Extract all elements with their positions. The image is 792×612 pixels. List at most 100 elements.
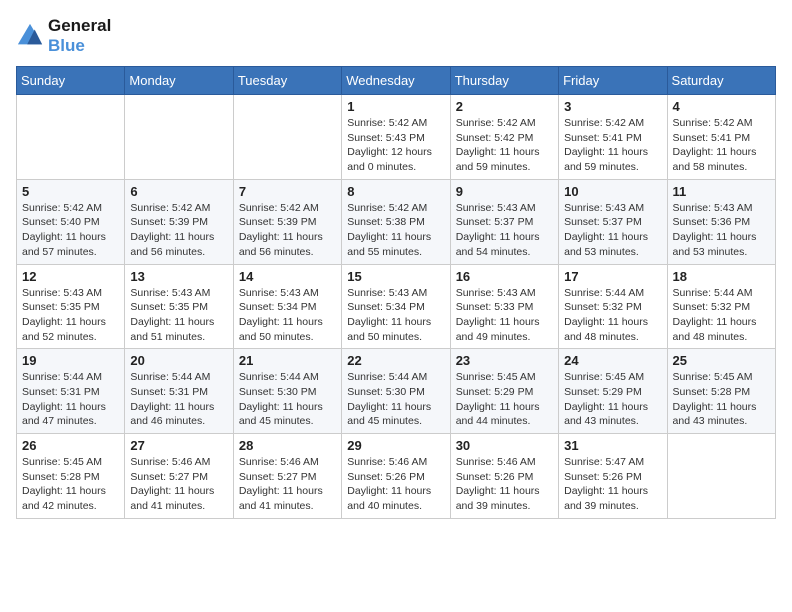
calendar-cell: 19 Sunrise: 5:44 AMSunset: 5:31 PMDaylig… [17,349,125,434]
day-number: 20 [130,353,227,368]
day-number: 29 [347,438,444,453]
calendar-cell: 14 Sunrise: 5:43 AMSunset: 5:34 PMDaylig… [233,264,341,349]
calendar-cell: 12 Sunrise: 5:43 AMSunset: 5:35 PMDaylig… [17,264,125,349]
day-info: Sunrise: 5:44 AMSunset: 5:30 PMDaylight:… [347,370,444,429]
day-number: 4 [673,99,770,114]
calendar-cell: 15 Sunrise: 5:43 AMSunset: 5:34 PMDaylig… [342,264,450,349]
day-info: Sunrise: 5:42 AMSunset: 5:42 PMDaylight:… [456,116,553,175]
calendar-cell: 25 Sunrise: 5:45 AMSunset: 5:28 PMDaylig… [667,349,775,434]
calendar-week-5: 26 Sunrise: 5:45 AMSunset: 5:28 PMDaylig… [17,434,776,519]
day-info: Sunrise: 5:44 AMSunset: 5:31 PMDaylight:… [22,370,119,429]
day-number: 14 [239,269,336,284]
day-info: Sunrise: 5:43 AMSunset: 5:37 PMDaylight:… [456,201,553,260]
day-info: Sunrise: 5:43 AMSunset: 5:33 PMDaylight:… [456,286,553,345]
calendar-header-monday: Monday [125,67,233,95]
logo-icon [16,22,44,50]
logo: General Blue [16,16,111,56]
day-number: 10 [564,184,661,199]
day-info: Sunrise: 5:44 AMSunset: 5:31 PMDaylight:… [130,370,227,429]
day-info: Sunrise: 5:44 AMSunset: 5:32 PMDaylight:… [673,286,770,345]
calendar-cell: 6 Sunrise: 5:42 AMSunset: 5:39 PMDayligh… [125,179,233,264]
day-info: Sunrise: 5:45 AMSunset: 5:29 PMDaylight:… [456,370,553,429]
calendar-cell: 22 Sunrise: 5:44 AMSunset: 5:30 PMDaylig… [342,349,450,434]
calendar-cell [233,95,341,180]
day-info: Sunrise: 5:43 AMSunset: 5:37 PMDaylight:… [564,201,661,260]
calendar-header-thursday: Thursday [450,67,558,95]
calendar-cell: 5 Sunrise: 5:42 AMSunset: 5:40 PMDayligh… [17,179,125,264]
calendar-header-friday: Friday [559,67,667,95]
calendar-cell: 7 Sunrise: 5:42 AMSunset: 5:39 PMDayligh… [233,179,341,264]
day-number: 2 [456,99,553,114]
day-number: 26 [22,438,119,453]
day-info: Sunrise: 5:46 AMSunset: 5:26 PMDaylight:… [347,455,444,514]
day-number: 12 [22,269,119,284]
day-info: Sunrise: 5:43 AMSunset: 5:34 PMDaylight:… [239,286,336,345]
day-info: Sunrise: 5:46 AMSunset: 5:26 PMDaylight:… [456,455,553,514]
day-number: 19 [22,353,119,368]
calendar-cell: 11 Sunrise: 5:43 AMSunset: 5:36 PMDaylig… [667,179,775,264]
day-info: Sunrise: 5:42 AMSunset: 5:39 PMDaylight:… [130,201,227,260]
calendar-cell: 17 Sunrise: 5:44 AMSunset: 5:32 PMDaylig… [559,264,667,349]
calendar-cell: 10 Sunrise: 5:43 AMSunset: 5:37 PMDaylig… [559,179,667,264]
calendar-cell [125,95,233,180]
day-info: Sunrise: 5:42 AMSunset: 5:40 PMDaylight:… [22,201,119,260]
day-info: Sunrise: 5:45 AMSunset: 5:28 PMDaylight:… [673,370,770,429]
day-info: Sunrise: 5:43 AMSunset: 5:35 PMDaylight:… [130,286,227,345]
calendar-cell: 30 Sunrise: 5:46 AMSunset: 5:26 PMDaylig… [450,434,558,519]
calendar-cell: 23 Sunrise: 5:45 AMSunset: 5:29 PMDaylig… [450,349,558,434]
day-info: Sunrise: 5:42 AMSunset: 5:43 PMDaylight:… [347,116,444,175]
calendar-header-saturday: Saturday [667,67,775,95]
day-info: Sunrise: 5:42 AMSunset: 5:38 PMDaylight:… [347,201,444,260]
day-number: 7 [239,184,336,199]
day-number: 27 [130,438,227,453]
day-info: Sunrise: 5:43 AMSunset: 5:36 PMDaylight:… [673,201,770,260]
calendar-cell: 27 Sunrise: 5:46 AMSunset: 5:27 PMDaylig… [125,434,233,519]
day-info: Sunrise: 5:46 AMSunset: 5:27 PMDaylight:… [130,455,227,514]
day-info: Sunrise: 5:45 AMSunset: 5:28 PMDaylight:… [22,455,119,514]
day-info: Sunrise: 5:42 AMSunset: 5:39 PMDaylight:… [239,201,336,260]
day-number: 18 [673,269,770,284]
calendar-cell [17,95,125,180]
day-info: Sunrise: 5:44 AMSunset: 5:30 PMDaylight:… [239,370,336,429]
calendar-header-sunday: Sunday [17,67,125,95]
day-number: 28 [239,438,336,453]
calendar-cell: 4 Sunrise: 5:42 AMSunset: 5:41 PMDayligh… [667,95,775,180]
day-number: 21 [239,353,336,368]
calendar-cell: 26 Sunrise: 5:45 AMSunset: 5:28 PMDaylig… [17,434,125,519]
day-number: 15 [347,269,444,284]
calendar-header-wednesday: Wednesday [342,67,450,95]
calendar-cell: 9 Sunrise: 5:43 AMSunset: 5:37 PMDayligh… [450,179,558,264]
logo-text: General Blue [48,16,111,56]
calendar-cell: 20 Sunrise: 5:44 AMSunset: 5:31 PMDaylig… [125,349,233,434]
calendar-cell: 29 Sunrise: 5:46 AMSunset: 5:26 PMDaylig… [342,434,450,519]
day-info: Sunrise: 5:46 AMSunset: 5:27 PMDaylight:… [239,455,336,514]
calendar-header-tuesday: Tuesday [233,67,341,95]
calendar-header-row: SundayMondayTuesdayWednesdayThursdayFrid… [17,67,776,95]
day-info: Sunrise: 5:44 AMSunset: 5:32 PMDaylight:… [564,286,661,345]
day-number: 24 [564,353,661,368]
calendar-cell: 1 Sunrise: 5:42 AMSunset: 5:43 PMDayligh… [342,95,450,180]
day-number: 1 [347,99,444,114]
day-info: Sunrise: 5:47 AMSunset: 5:26 PMDaylight:… [564,455,661,514]
day-number: 17 [564,269,661,284]
day-info: Sunrise: 5:42 AMSunset: 5:41 PMDaylight:… [673,116,770,175]
day-info: Sunrise: 5:45 AMSunset: 5:29 PMDaylight:… [564,370,661,429]
day-number: 3 [564,99,661,114]
day-number: 6 [130,184,227,199]
day-info: Sunrise: 5:42 AMSunset: 5:41 PMDaylight:… [564,116,661,175]
day-number: 16 [456,269,553,284]
day-number: 31 [564,438,661,453]
calendar-cell [667,434,775,519]
day-number: 11 [673,184,770,199]
calendar-cell: 3 Sunrise: 5:42 AMSunset: 5:41 PMDayligh… [559,95,667,180]
calendar-cell: 21 Sunrise: 5:44 AMSunset: 5:30 PMDaylig… [233,349,341,434]
calendar-cell: 8 Sunrise: 5:42 AMSunset: 5:38 PMDayligh… [342,179,450,264]
day-number: 8 [347,184,444,199]
day-info: Sunrise: 5:43 AMSunset: 5:35 PMDaylight:… [22,286,119,345]
page-header: General Blue [16,16,776,56]
calendar-week-1: 1 Sunrise: 5:42 AMSunset: 5:43 PMDayligh… [17,95,776,180]
calendar-cell: 16 Sunrise: 5:43 AMSunset: 5:33 PMDaylig… [450,264,558,349]
calendar-week-3: 12 Sunrise: 5:43 AMSunset: 5:35 PMDaylig… [17,264,776,349]
day-info: Sunrise: 5:43 AMSunset: 5:34 PMDaylight:… [347,286,444,345]
calendar-cell: 24 Sunrise: 5:45 AMSunset: 5:29 PMDaylig… [559,349,667,434]
